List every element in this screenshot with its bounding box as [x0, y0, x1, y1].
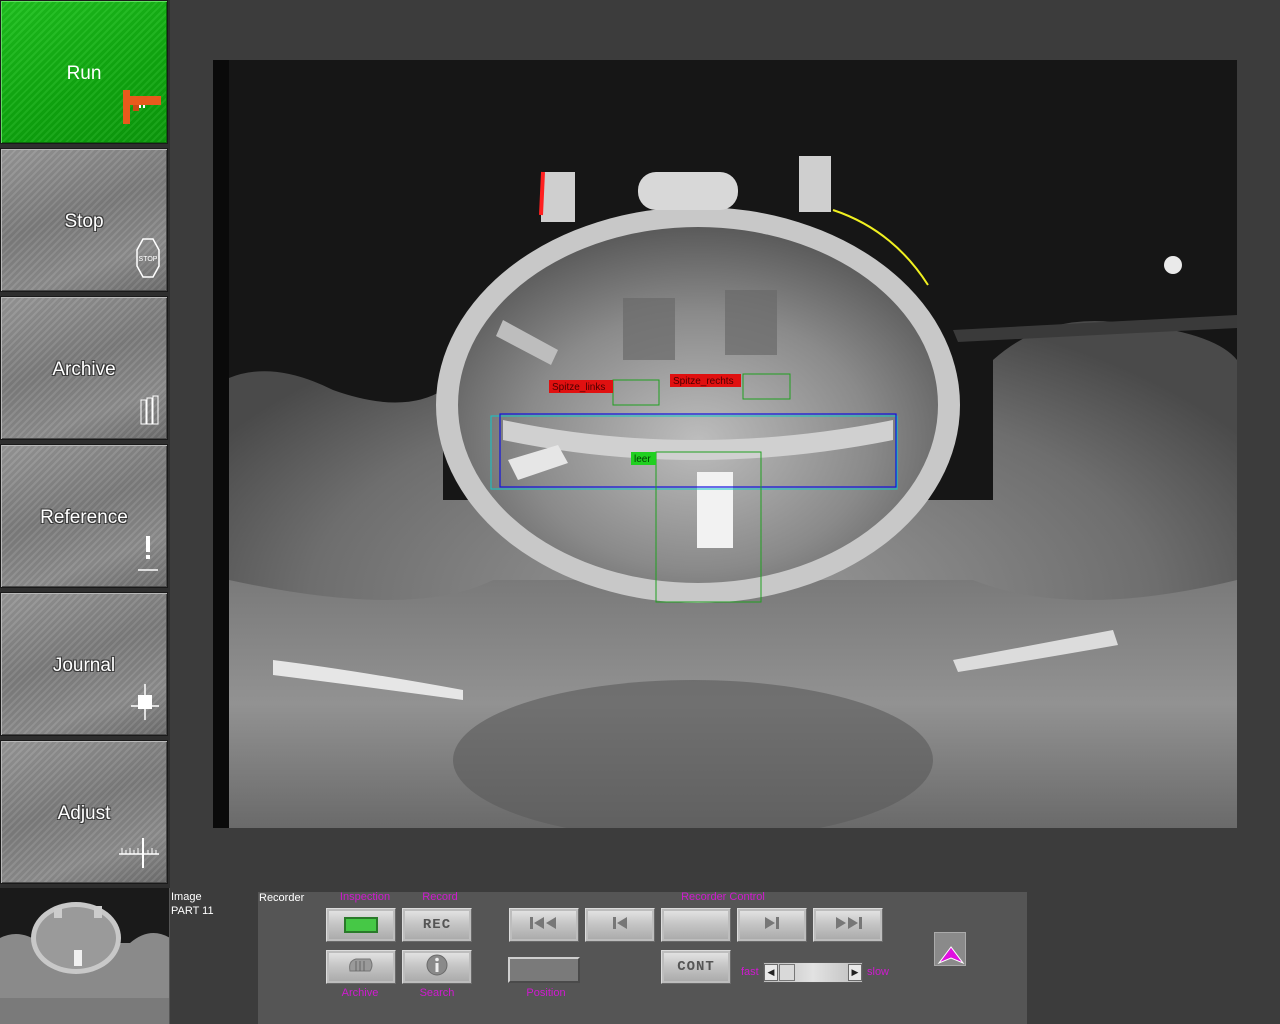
journal-button[interactable]: Journal [0, 592, 168, 736]
skip-to-start-button[interactable] [509, 908, 579, 942]
navigation-arrow-button[interactable] [934, 932, 966, 966]
search-button[interactable] [402, 950, 472, 984]
recorder-title: Recorder [259, 892, 305, 904]
roi-label-spitze-rechts: Spitze_rechts [673, 376, 734, 387]
image-title: Image [171, 891, 202, 903]
slider-left-arrow-icon[interactable]: ◀ [764, 964, 778, 981]
part-number: PART 11 [171, 905, 214, 917]
slider-right-arrow-icon[interactable]: ▶ [848, 964, 862, 981]
svg-text:STOP: STOP [139, 256, 158, 263]
archive-hand-icon [346, 955, 376, 980]
step-forward-button[interactable] [737, 908, 807, 942]
run-button[interactable]: Run [0, 0, 168, 144]
position-field[interactable] [508, 957, 580, 983]
skip-to-end-button[interactable] [813, 908, 883, 942]
inspection-icon [344, 917, 378, 933]
exclamation-icon [135, 534, 161, 579]
roi-label-leer: leer [634, 454, 651, 465]
journal-label: Journal [52, 655, 116, 676]
cont-label: CONT [677, 959, 715, 975]
roi-label-spitze-links: Spitze_links [552, 382, 605, 393]
step-back-button[interactable] [585, 908, 655, 942]
record-label: Record [422, 891, 458, 903]
slider-thumb[interactable] [779, 964, 795, 981]
play-button[interactable] [661, 908, 731, 942]
camera-image-view[interactable]: Spitze_links Spitze_rechts leer [213, 60, 1237, 828]
stop-sign-icon: STOP [135, 238, 161, 283]
inspection-label: Inspection [339, 891, 391, 903]
main-nav: Run Stop STOP Archive Reference Journal … [0, 0, 170, 888]
stop-label: Stop [64, 211, 104, 232]
step-forward-icon [762, 915, 782, 936]
fast-label: fast [741, 966, 759, 978]
slow-label: slow [867, 966, 890, 978]
recorder-panel: Recorder Inspection Record Recorder Cont… [258, 891, 1027, 1024]
skip-back-icon [528, 915, 560, 936]
archive-label: Archive [52, 359, 116, 380]
recorder-control-label: Recorder Control [681, 891, 765, 903]
caliper-icon [119, 88, 163, 129]
adjust-button[interactable]: Adjust [0, 740, 168, 884]
search-label: Search [419, 987, 455, 999]
rec-button[interactable]: REC [402, 908, 472, 942]
archive-label: Archive [341, 987, 379, 999]
bottom-bar: Image PART 11 Recorder Inspection Record… [0, 888, 1280, 1024]
inspection-button[interactable] [326, 908, 396, 942]
adjust-label: Adjust [57, 803, 111, 824]
info-icon [425, 953, 449, 982]
position-label: Position [526, 987, 566, 999]
stop-button[interactable]: Stop STOP [0, 148, 168, 292]
rec-label: REC [422, 917, 452, 933]
archive-files-icon [139, 394, 161, 431]
speed-slider[interactable]: ◀ ▶ [763, 962, 863, 983]
run-label: Run [66, 63, 102, 84]
step-back-icon [610, 915, 630, 936]
arrow-up-icon [937, 945, 965, 970]
ruler-icon [117, 836, 161, 875]
reference-label: Reference [40, 507, 128, 528]
image-info: Image PART 11 [171, 890, 214, 918]
camera-image: Spitze_links Spitze_rechts leer [213, 60, 1237, 828]
reference-button[interactable]: Reference [0, 444, 168, 588]
archive-recorder-button[interactable] [326, 950, 396, 984]
image-thumbnail[interactable] [0, 888, 170, 1024]
archive-button[interactable]: Archive [0, 296, 168, 440]
cont-button[interactable]: CONT [661, 950, 731, 984]
skip-forward-icon [832, 915, 864, 936]
journal-book-icon [129, 682, 161, 727]
